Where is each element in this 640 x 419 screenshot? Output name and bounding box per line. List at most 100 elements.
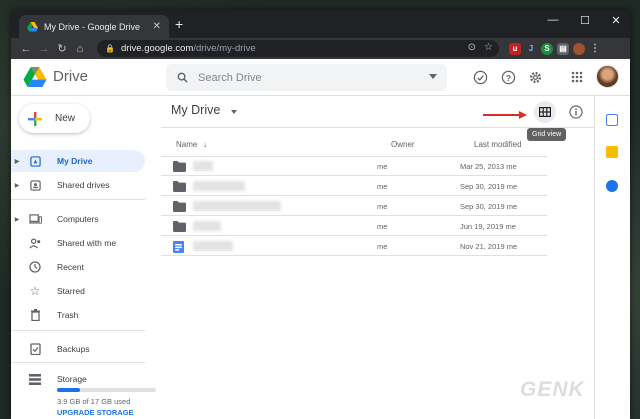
file-owner: me — [377, 242, 388, 251]
side-panel — [594, 96, 630, 419]
extension-icon-2[interactable]: J — [525, 43, 537, 55]
close-window-button[interactable]: ✕ — [608, 14, 624, 27]
folder-icon — [173, 201, 186, 212]
forward-icon[interactable]: → — [35, 43, 53, 55]
backups-icon — [29, 343, 41, 355]
folder-icon — [173, 221, 186, 232]
table-row[interactable]: me Nov 21, 2019 me — [161, 237, 547, 256]
extension-icon-4[interactable]: ▤ — [557, 42, 569, 55]
sidebar-divider — [11, 199, 145, 200]
view-details-button[interactable] — [566, 102, 586, 122]
browser-toolbar: ← → ↻ ⌂ 🔒 drive.google.com/drive/my-driv… — [11, 38, 630, 59]
file-last-modified: Jun 19, 2019 me — [460, 222, 516, 231]
location-target-icon[interactable]: ⊙ — [468, 42, 476, 53]
browser-menu-icon[interactable]: ⋮ — [589, 43, 601, 55]
help-icon[interactable]: ? — [501, 70, 516, 85]
tasks-icon[interactable] — [606, 180, 618, 192]
reload-icon[interactable]: ↻ — [53, 42, 71, 55]
new-button[interactable]: New — [19, 104, 90, 133]
file-last-modified: Sep 30, 2019 me — [460, 202, 518, 211]
storage-usage-text: 3.9 GB of 17 GB used — [57, 397, 131, 406]
sidebar-item-shared-with-me[interactable]: Shared with me — [11, 232, 145, 254]
sidebar-item-trash[interactable]: Trash — [11, 304, 145, 326]
search-options-icon[interactable] — [429, 74, 437, 79]
profile-avatar-icon[interactable] — [573, 42, 585, 55]
storage-bar — [57, 388, 156, 392]
my-drive-icon — [29, 155, 41, 167]
table-row[interactable]: me Jun 19, 2019 me — [161, 217, 547, 236]
column-header-name[interactable]: Name — [176, 140, 197, 149]
sidebar: New ▶ My Drive ▶ Shared drives ▶ Compute… — [11, 96, 161, 419]
sidebar-item-computers[interactable]: ▶ Computers — [11, 208, 145, 230]
expand-caret-icon[interactable]: ▶ — [11, 158, 23, 165]
drive-header: Drive ? — [11, 59, 630, 96]
file-last-modified: Mar 25, 2013 me — [460, 162, 517, 171]
sidebar-item-label: Starred — [57, 286, 85, 296]
watermark-logo: GENK — [520, 378, 585, 401]
star-icon: ☆ — [29, 284, 41, 298]
plus-icon — [28, 111, 42, 126]
upgrade-storage-link[interactable]: UPGRADE STORAGE — [57, 408, 134, 417]
table-row[interactable]: me Mar 25, 2013 me — [161, 157, 547, 176]
home-icon[interactable]: ⌂ — [71, 43, 89, 55]
grid-view-button[interactable] — [534, 101, 556, 123]
expand-caret-icon[interactable]: ▶ — [11, 216, 23, 223]
url-path: /drive/my-drive — [193, 43, 256, 54]
sidebar-item-storage[interactable]: Storage — [11, 368, 145, 390]
tab-close-icon[interactable]: ✕ — [153, 21, 161, 32]
keep-icon[interactable] — [606, 146, 618, 158]
search-input[interactable] — [198, 71, 408, 84]
svg-text:?: ? — [506, 73, 511, 83]
sidebar-item-label: Computers — [57, 214, 99, 224]
computers-icon — [28, 213, 42, 224]
forms-file-icon — [173, 241, 184, 253]
file-owner: me — [377, 162, 388, 171]
table-row[interactable]: me Sep 30, 2019 me — [161, 197, 547, 216]
file-owner: me — [377, 182, 388, 191]
sidebar-item-starred[interactable]: ☆ Starred — [11, 280, 145, 302]
tab-title: My Drive - Google Drive — [44, 21, 141, 32]
search-icon[interactable] — [177, 72, 188, 83]
sidebar-item-my-drive[interactable]: ▶ My Drive — [11, 150, 145, 172]
expand-caret-icon[interactable]: ▶ — [11, 182, 23, 189]
file-last-modified: Nov 21, 2019 me — [460, 242, 518, 251]
sidebar-divider — [11, 330, 145, 331]
column-header-owner: Owner — [391, 140, 415, 149]
calendar-icon[interactable] — [606, 114, 618, 126]
browser-window: My Drive - Google Drive ✕ + — ☐ ✕ ← → ↻ … — [11, 10, 630, 419]
table-row[interactable]: me Sep 30, 2019 me — [161, 177, 547, 196]
sidebar-divider — [11, 362, 145, 363]
column-header-last-modified[interactable]: Last modified — [474, 140, 522, 149]
offline-status-icon[interactable] — [473, 70, 488, 85]
apps-grid-icon[interactable] — [571, 71, 583, 83]
settings-icon[interactable] — [528, 70, 543, 85]
chevron-down-icon[interactable] — [231, 110, 237, 114]
address-bar[interactable]: 🔒 drive.google.com/drive/my-drive ⊙ ☆ — [97, 40, 499, 57]
new-tab-button[interactable]: + — [175, 16, 183, 32]
page-title[interactable]: My Drive — [171, 103, 220, 117]
back-icon[interactable]: ← — [17, 43, 35, 55]
bookmark-star-icon[interactable]: ☆ — [484, 42, 493, 53]
lock-icon: 🔒 — [105, 44, 115, 53]
product-name: Drive — [53, 68, 89, 85]
file-name-redacted — [193, 241, 233, 251]
sidebar-item-backups[interactable]: Backups — [11, 338, 145, 360]
maximize-button[interactable]: ☐ — [577, 14, 593, 27]
clock-icon — [29, 261, 41, 273]
account-avatar[interactable] — [596, 65, 619, 88]
sidebar-item-label: Storage — [57, 374, 87, 384]
sidebar-item-shared-drives[interactable]: ▶ Shared drives — [11, 174, 145, 196]
file-name-redacted — [193, 201, 281, 211]
file-name-redacted — [193, 181, 245, 191]
search-bar[interactable] — [166, 64, 447, 91]
browser-tab[interactable]: My Drive - Google Drive ✕ — [19, 15, 169, 38]
minimize-button[interactable]: — — [545, 14, 561, 26]
trash-icon — [30, 309, 40, 321]
sidebar-item-recent[interactable]: Recent — [11, 256, 145, 278]
tab-strip: My Drive - Google Drive ✕ + — ☐ ✕ — [11, 10, 630, 38]
extension-icon-1[interactable]: u — [509, 42, 521, 55]
drive-logo-icon — [23, 67, 47, 87]
extension-icon-3[interactable]: S — [541, 42, 553, 55]
shared-drives-icon — [29, 179, 41, 191]
sort-arrow-icon[interactable]: ↓ — [203, 140, 207, 149]
